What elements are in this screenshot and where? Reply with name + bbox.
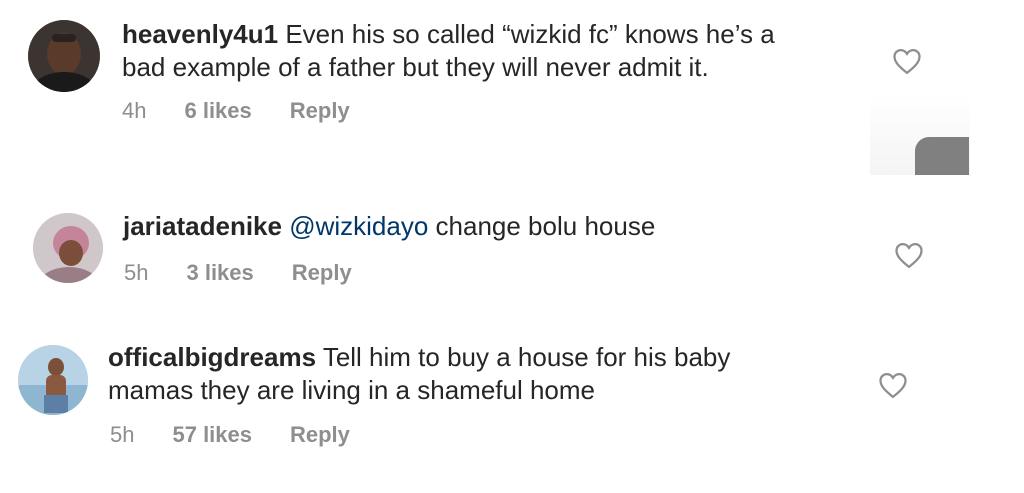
reply-button[interactable]: Reply xyxy=(290,422,350,448)
comment-username[interactable]: heavenly4u1 xyxy=(122,19,278,49)
comment-body: heavenly4u1 Even his so called “wizkid f… xyxy=(122,18,775,84)
reply-button[interactable]: Reply xyxy=(292,260,352,286)
scroll-handle[interactable] xyxy=(915,137,969,175)
comment-meta: 4h 6 likes Reply xyxy=(122,98,388,124)
avatar[interactable] xyxy=(28,20,100,92)
comment-timestamp[interactable]: 5h xyxy=(110,422,134,448)
comment-meta: 5h 3 likes Reply xyxy=(124,260,390,286)
heart-outline-icon[interactable] xyxy=(878,371,908,399)
avatar-image xyxy=(18,345,88,415)
comment-likes-count[interactable]: 6 likes xyxy=(184,98,251,124)
comment-meta: 5h 57 likes Reply xyxy=(110,422,388,448)
heart-outline-icon[interactable] xyxy=(892,47,922,75)
comment-likes-count[interactable]: 3 likes xyxy=(186,260,253,286)
comment-body: officalbigdreams Tell him to buy a house… xyxy=(108,341,730,407)
heart-outline-icon[interactable] xyxy=(894,241,924,269)
reply-button[interactable]: Reply xyxy=(290,98,350,124)
comment-body: jariatadenike @wizkidayo change bolu hou… xyxy=(123,210,655,243)
avatar-image xyxy=(28,20,100,92)
comment-timestamp[interactable]: 5h xyxy=(124,260,148,286)
avatar[interactable] xyxy=(18,345,88,415)
comment-username[interactable]: jariatadenike xyxy=(123,211,282,241)
mention-link[interactable]: @wizkidayo xyxy=(282,211,428,241)
comment-text: change bolu house xyxy=(428,211,656,241)
comment-likes-count[interactable]: 57 likes xyxy=(172,422,252,448)
comment-timestamp[interactable]: 4h xyxy=(122,98,146,124)
avatar[interactable] xyxy=(33,213,103,283)
comment-username[interactable]: officalbigdreams xyxy=(108,342,316,372)
avatar-image xyxy=(33,213,103,283)
